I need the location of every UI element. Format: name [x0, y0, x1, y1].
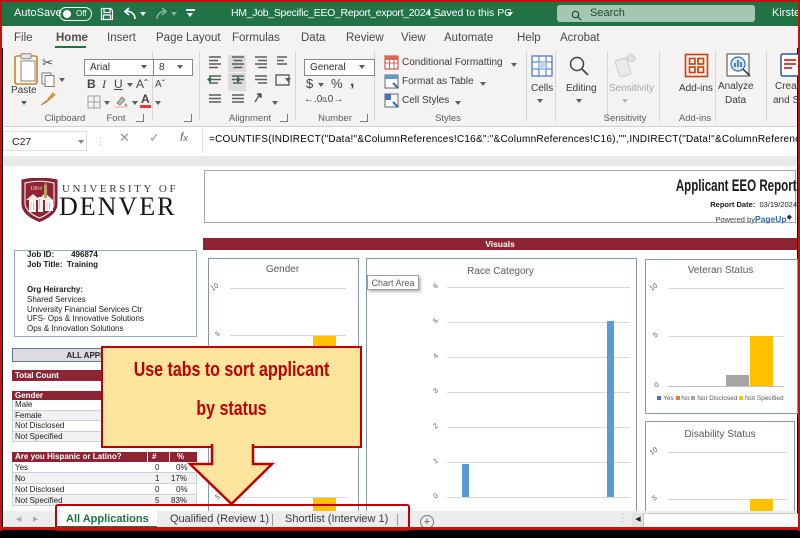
- svg-text:1864: 1864: [30, 185, 42, 192]
